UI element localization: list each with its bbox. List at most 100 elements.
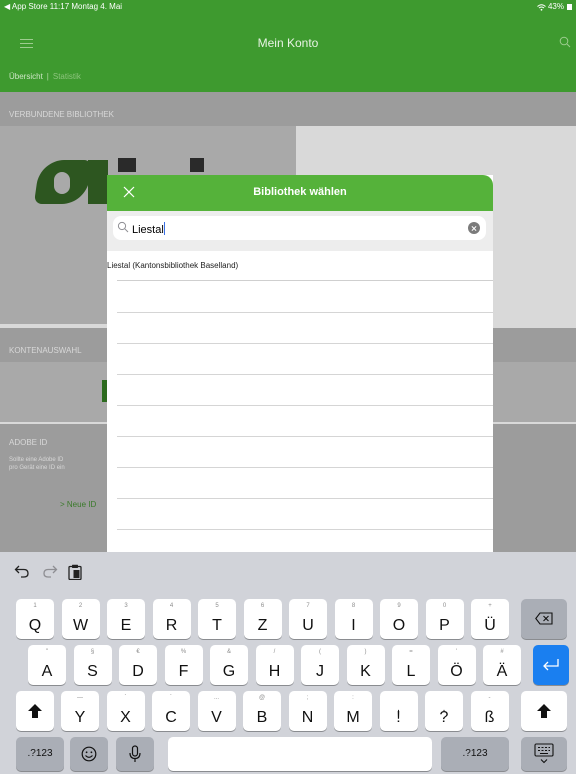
- key-label: F: [178, 663, 189, 680]
- key-h[interactable]: / H: [255, 645, 294, 685]
- divider: [117, 280, 493, 281]
- divider: [117, 312, 493, 313]
- search-icon: [117, 221, 129, 233]
- key-hint: 3: [124, 603, 128, 609]
- key-q[interactable]: 1Q: [16, 599, 54, 639]
- delete-key[interactable]: [521, 599, 567, 639]
- key-i[interactable]: 8I: [334, 599, 373, 639]
- status-bar-left[interactable]: ◀ App Store 11:17 Montag 4. Mai: [4, 0, 122, 14]
- key--7[interactable]: ,!: [379, 691, 418, 731]
- return-key[interactable]: [533, 645, 569, 685]
- key-r[interactable]: 4R: [152, 599, 191, 639]
- wifi-icon: [537, 3, 546, 11]
- key-ß-9[interactable]: -ß: [470, 691, 509, 731]
- clear-icon[interactable]: [468, 222, 480, 234]
- search-icon[interactable]: [559, 36, 571, 48]
- key-ä[interactable]: # Ä: [483, 645, 521, 685]
- key-hint: ´: [170, 695, 172, 701]
- key-t[interactable]: 5T: [198, 599, 236, 639]
- numbers-key-right[interactable]: .?123: [441, 737, 509, 771]
- key-hint: 4: [169, 603, 174, 609]
- new-id-link[interactable]: > Neue ID: [60, 500, 107, 509]
- key-label: I: [351, 617, 356, 634]
- divider: [117, 467, 493, 468]
- key-e[interactable]: 3E: [107, 599, 145, 639]
- list-item[interactable]: Liestal (Kantonsbibliothek Baselland): [107, 251, 493, 281]
- key-label: Ä: [496, 663, 508, 680]
- key-label: C: [165, 709, 177, 726]
- key-g[interactable]: & G: [210, 645, 248, 685]
- key-y-0[interactable]: — Y: [61, 691, 99, 731]
- redo-icon[interactable]: [42, 564, 58, 578]
- key-u[interactable]: 7U: [289, 599, 327, 639]
- emoji-key[interactable]: [70, 737, 108, 771]
- key-hint: -: [488, 695, 491, 701]
- key--8[interactable]: .?: [425, 691, 463, 731]
- key-z[interactable]: 6Z: [243, 599, 282, 639]
- key-n-5[interactable]: ; N: [288, 691, 327, 731]
- shift-icon: [537, 704, 551, 718]
- key-hint: =: [409, 649, 413, 655]
- key-c-2[interactable]: ´ C: [152, 691, 190, 731]
- microphone-icon: [129, 745, 141, 762]
- key-ü[interactable]: + Ü: [471, 599, 509, 639]
- key-j[interactable]: (J: [301, 645, 339, 685]
- key-b-4[interactable]: @ B: [243, 691, 281, 731]
- tab-overview[interactable]: Übersicht: [9, 72, 43, 81]
- key-hint: 5: [215, 603, 219, 609]
- key-hint: 1: [33, 603, 37, 609]
- library-logo-o-hole: [54, 172, 70, 194]
- key-d[interactable]: € D: [119, 645, 157, 685]
- tab-statistics[interactable]: Statistik: [53, 72, 81, 81]
- shift-left-key[interactable]: [16, 691, 54, 731]
- divider: [117, 343, 493, 344]
- search-bar: Liestal: [107, 211, 493, 251]
- key-s[interactable]: § S: [73, 645, 112, 685]
- key-label: R: [165, 617, 178, 634]
- status-bar-right: 43%: [537, 0, 572, 14]
- undo-icon[interactable]: [14, 564, 30, 578]
- dictation-key[interactable]: [116, 737, 154, 771]
- key-o[interactable]: 9O: [380, 599, 418, 639]
- key-w[interactable]: 2W: [61, 599, 100, 639]
- key-a[interactable]: " A: [28, 645, 66, 685]
- key-label: N: [301, 709, 314, 726]
- key-k[interactable]: ) K: [346, 645, 385, 685]
- key-label: Ü: [484, 617, 496, 634]
- key-x-1[interactable]: ` X: [106, 691, 145, 731]
- numbers-key[interactable]: .?123: [16, 737, 64, 771]
- key-label: W: [72, 617, 89, 634]
- hide-keyboard-key[interactable]: [521, 737, 567, 771]
- key-label: S: [87, 663, 98, 680]
- library-logo-n: [88, 160, 108, 204]
- shift-right-key[interactable]: [521, 691, 567, 731]
- key-hint: ...: [213, 695, 219, 701]
- key-hint: %: [180, 649, 187, 655]
- key-hint: /: [273, 649, 276, 655]
- divider: [117, 498, 493, 499]
- key-l[interactable]: = L: [392, 645, 430, 685]
- key-label: O: [392, 617, 406, 634]
- divider: [117, 405, 493, 406]
- key-hint: ": [45, 649, 49, 655]
- key-hint: ;: [306, 695, 309, 701]
- key-hint: 9: [397, 603, 401, 609]
- library-search-input[interactable]: Liestal: [113, 216, 486, 240]
- key-hint: 7: [306, 603, 310, 609]
- key-hint: 8: [351, 603, 356, 609]
- key-label: J: [316, 663, 324, 680]
- space-key[interactable]: [168, 737, 432, 771]
- key-label: L: [406, 663, 416, 680]
- key-label: D: [132, 663, 144, 680]
- key-p[interactable]: 0P: [425, 599, 464, 639]
- key-ö[interactable]: ' Ö: [437, 645, 476, 685]
- key-label: ß: [484, 709, 495, 726]
- key-label: U: [302, 617, 314, 634]
- paste-icon[interactable]: [68, 564, 82, 580]
- key-v-3[interactable]: ... V: [197, 691, 236, 731]
- key-hint: 2: [78, 603, 83, 609]
- key-m-6[interactable]: :M: [334, 691, 372, 731]
- key-hint: :: [352, 695, 354, 701]
- key-label: .?123: [462, 748, 488, 759]
- key-f[interactable]: % F: [164, 645, 203, 685]
